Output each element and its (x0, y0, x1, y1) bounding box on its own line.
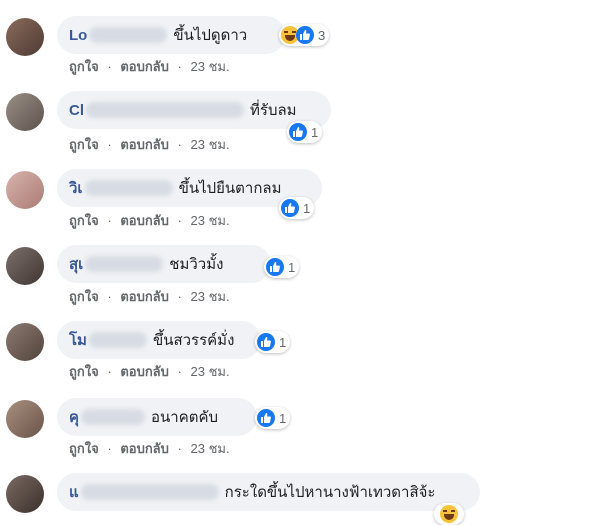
blurred-name (89, 27, 168, 43)
separator: · (107, 213, 112, 228)
timestamp[interactable]: 23 ชม. (191, 438, 230, 459)
separator: · (107, 364, 112, 379)
reaction-summary[interactable]: 1 (279, 197, 315, 219)
separator: · (177, 137, 182, 152)
commenter-name[interactable]: โม (69, 328, 87, 352)
like-reaction-icon (257, 333, 275, 351)
comment-actions: ถูกใจ · ตอบกลับ · 23 ชม. (69, 56, 235, 77)
reaction-count: 3 (318, 27, 326, 43)
separator: · (177, 213, 182, 228)
like-link[interactable]: ถูกใจ (69, 438, 99, 459)
avatar[interactable] (6, 93, 44, 131)
reply-link[interactable]: ตอบกลับ (120, 210, 169, 231)
separator: · (177, 289, 182, 304)
reaction-count: 1 (279, 334, 287, 350)
comment-actions: ถูกใจ · ตอบกลับ · 23 ชม. (69, 286, 235, 307)
comment-bubble: สุเ ชมวิวมั้ง (57, 245, 271, 283)
reaction-summary[interactable]: 1 (255, 331, 291, 353)
comment-text: อนาคตคับ (151, 409, 219, 426)
comment-bubble: โม ขึ้นสวรรค์มั่ง (57, 321, 261, 359)
reaction-summary[interactable]: 3 (279, 24, 330, 46)
like-link[interactable]: ถูกใจ (69, 134, 99, 155)
reply-link[interactable]: ตอบกลับ (120, 286, 169, 307)
commenter-name[interactable]: วิเ (69, 176, 83, 200)
comment-bubble: Lo ขึ้นไปดูดาว (57, 16, 285, 54)
avatar[interactable] (6, 323, 44, 361)
reply-link[interactable]: ตอบกลับ (120, 361, 169, 382)
separator: · (177, 364, 182, 379)
separator: · (177, 59, 182, 74)
like-link[interactable]: ถูกใจ (69, 210, 99, 231)
comment-actions: ถูกใจ · ตอบกลับ · 23 ชม. (69, 361, 235, 382)
timestamp[interactable]: 23 ชม. (191, 361, 230, 382)
timestamp[interactable]: 23 ชม. (191, 134, 230, 155)
comment-actions: ถูกใจ · ตอบกลับ · 23 ชม. (69, 438, 235, 459)
like-reaction-icon (257, 409, 275, 427)
avatar[interactable] (6, 475, 44, 513)
like-reaction-icon (289, 123, 307, 141)
comment-text: ชมวิวมั้ง (169, 256, 224, 273)
timestamp[interactable]: 23 ชม. (191, 210, 230, 231)
avatar[interactable] (6, 247, 44, 285)
commenter-name[interactable]: คุ (69, 405, 79, 429)
avatar[interactable] (6, 400, 44, 438)
separator: · (107, 441, 112, 456)
like-reaction-icon (296, 26, 314, 44)
reaction-summary[interactable]: 1 (287, 121, 323, 143)
reaction-summary[interactable]: 1 (264, 256, 300, 278)
like-link[interactable]: ถูกใจ (69, 361, 99, 382)
avatar[interactable] (6, 18, 44, 56)
comment-text: ที่รับลม (250, 102, 297, 119)
comment-text: ขึ้นไปดูดาว (173, 27, 248, 44)
like-link[interactable]: ถูกใจ (69, 286, 99, 307)
comment-bubble: คุ อนาคตคับ (57, 398, 257, 436)
commenter-name[interactable]: สุเ (69, 252, 83, 276)
blurred-name (85, 256, 164, 272)
blurred-name (86, 102, 244, 118)
like-reaction-icon (281, 199, 299, 217)
reaction-summary[interactable] (434, 503, 464, 525)
reply-link[interactable]: ตอบกลับ (120, 134, 169, 155)
comment-text: ขึ้นสวรรค์มั่ง (152, 332, 235, 349)
like-link[interactable]: ถูกใจ (69, 56, 99, 77)
comment-text: ขึ้นไปยืนตากลม (178, 180, 282, 197)
blurred-name (80, 484, 219, 500)
timestamp[interactable]: 23 ชม. (191, 56, 230, 77)
comment-bubble: แ กระใดขึ้นไปหานางฟ้าเทวดาสิจ้ะ (57, 473, 480, 511)
commenter-name[interactable]: Cl (69, 102, 84, 119)
comment-text: กระใดขึ้นไปหานางฟ้าเทวดาสิจ้ะ (224, 484, 436, 501)
blurred-name (81, 409, 146, 425)
comment-actions: ถูกใจ · ตอบกลับ · 23 ชม. (69, 210, 235, 231)
haha-reaction-icon (440, 505, 458, 523)
reply-link[interactable]: ตอบกลับ (120, 56, 169, 77)
separator: · (107, 289, 112, 304)
comment-actions: ถูกใจ · ตอบกลับ · 23 ชม. (69, 134, 235, 155)
timestamp[interactable]: 23 ชม. (191, 286, 230, 307)
blurred-name (84, 180, 173, 196)
commenter-name[interactable]: แ (69, 480, 79, 504)
separator: · (107, 59, 112, 74)
reaction-count: 1 (288, 259, 296, 275)
separator: · (107, 137, 112, 152)
reaction-count: 1 (279, 410, 287, 426)
reply-link[interactable]: ตอบกลับ (120, 438, 169, 459)
like-reaction-icon (266, 258, 284, 276)
reaction-summary[interactable]: 1 (255, 407, 291, 429)
reaction-count: 1 (311, 124, 319, 140)
blurred-name (88, 332, 147, 348)
avatar[interactable] (6, 171, 44, 209)
commenter-name[interactable]: Lo (69, 27, 87, 44)
reaction-count: 1 (303, 200, 311, 216)
separator: · (177, 441, 182, 456)
